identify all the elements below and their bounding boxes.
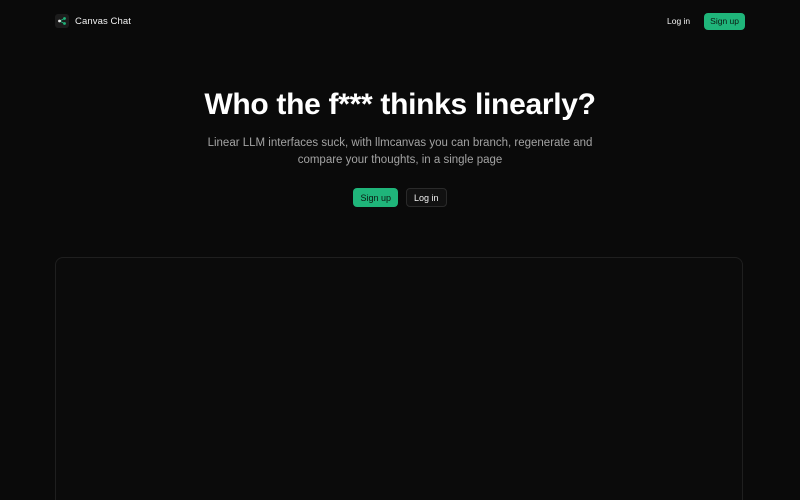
- top-header: Canvas Chat Log in Sign up: [55, 11, 745, 31]
- header-signup-button[interactable]: Sign up: [704, 12, 745, 30]
- hero-cta-group: Sign up Log in: [0, 188, 800, 207]
- hero-login-button[interactable]: Log in: [406, 188, 447, 207]
- brand[interactable]: Canvas Chat: [55, 14, 131, 28]
- landing-page: Canvas Chat Log in Sign up Who the f*** …: [0, 0, 800, 500]
- hero-signup-button[interactable]: Sign up: [353, 188, 398, 207]
- brand-name: Canvas Chat: [75, 15, 132, 27]
- canvas-preview-panel: [55, 257, 743, 500]
- header-nav: Log in Sign up: [665, 12, 745, 30]
- header-login-button[interactable]: Log in: [665, 12, 692, 30]
- hero-title: Who the f*** thinks linearly?: [204, 88, 596, 121]
- hero-subtitle: Linear LLM interfaces suck, with llmcanv…: [207, 137, 593, 166]
- share-nodes-icon: [55, 14, 69, 28]
